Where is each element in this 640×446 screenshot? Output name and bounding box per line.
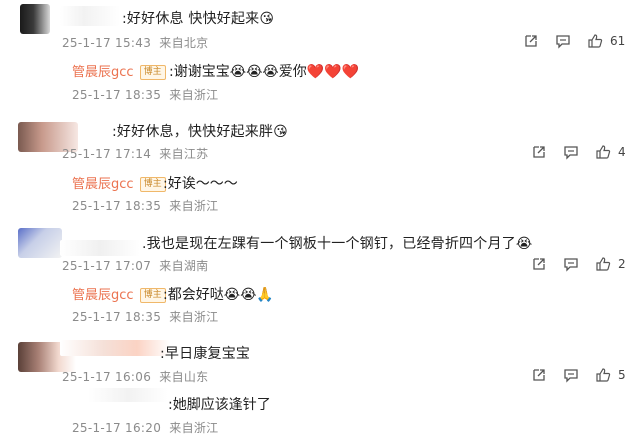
thumbs-up-icon[interactable] xyxy=(586,32,604,50)
redacted-username xyxy=(60,340,170,356)
reply-meta: 25-1-17 18:35 来自浙江 xyxy=(72,308,218,325)
comment-text: :早日康复宝宝 xyxy=(160,346,251,362)
comment-date: 25-1-17 17:14 xyxy=(62,147,152,161)
comment-date: 25-1-17 15:43 xyxy=(62,36,152,50)
avatar[interactable] xyxy=(18,228,62,258)
reply-header: 管晨辰gcc 博主 xyxy=(72,61,166,80)
comment-actions: 4 xyxy=(530,143,626,161)
reply-location: 来自浙江 xyxy=(169,421,219,435)
comment-location: 来自江苏 xyxy=(159,147,209,161)
share-icon[interactable] xyxy=(530,143,548,161)
share-icon[interactable] xyxy=(522,32,540,50)
comment-text: :好好休息 快快好起来😘 xyxy=(122,11,275,27)
comment-date: 25-1-17 16:06 xyxy=(62,370,152,384)
like-count: 5 xyxy=(618,368,626,382)
redacted-username xyxy=(60,6,120,26)
comment-text: :好好休息，快快好起来胖😘 xyxy=(112,124,288,140)
reply-text: :都会好哒😭😭🙏 xyxy=(163,287,274,303)
reply-location: 来自浙江 xyxy=(169,88,219,102)
reply-text: :她脚应该逢针了 xyxy=(168,397,271,413)
comment-icon[interactable] xyxy=(554,32,572,50)
reply-date: 25-1-17 16:20 xyxy=(72,421,162,435)
comment-location: 来自北京 xyxy=(159,36,209,50)
thumbs-up-icon[interactable] xyxy=(594,366,612,384)
share-icon[interactable] xyxy=(530,255,548,273)
comment-icon[interactable] xyxy=(562,255,580,273)
comment-meta: 25-1-17 17:14 来自江苏 xyxy=(62,145,208,162)
author-badge: 博主 xyxy=(139,65,166,80)
comment-icon[interactable] xyxy=(562,366,580,384)
comment-location: 来自山东 xyxy=(159,370,209,384)
redacted-username xyxy=(60,240,140,256)
reply-text: :谢谢宝宝😭😭😭爱你❤️❤️❤️ xyxy=(169,64,360,80)
share-icon[interactable] xyxy=(530,366,548,384)
comment-actions: 5 xyxy=(530,366,626,384)
comment-meta: 25-1-17 17:07 来自湖南 xyxy=(62,257,208,274)
reply-meta: 25-1-17 18:35 来自浙江 xyxy=(72,197,218,214)
reply-header: 管晨辰gcc 博主 xyxy=(72,284,166,303)
thumbs-up-icon[interactable] xyxy=(594,255,612,273)
reply-text: :好诶～～～ xyxy=(163,176,238,192)
comment-date: 25-1-17 17:07 xyxy=(62,259,152,273)
reply-author-link[interactable]: 管晨辰gcc xyxy=(72,65,134,80)
author-badge: 博主 xyxy=(139,177,166,192)
reply-header: 管晨辰gcc 博主 xyxy=(72,173,166,192)
reply-date: 25-1-17 18:35 xyxy=(72,199,162,213)
avatar[interactable] xyxy=(20,4,50,34)
like-count: 4 xyxy=(618,145,626,159)
like-count: 61 xyxy=(610,34,626,48)
comment-actions: 61 xyxy=(522,32,625,50)
reply-location: 来自浙江 xyxy=(169,310,219,324)
reply-meta: 25-1-17 18:35 来自浙江 xyxy=(72,86,218,103)
like-count: 2 xyxy=(618,257,626,271)
reply-author-link[interactable]: 管晨辰gcc xyxy=(72,177,134,192)
comment-icon[interactable] xyxy=(562,143,580,161)
author-badge: 博主 xyxy=(139,288,166,303)
reply-date: 25-1-17 18:35 xyxy=(72,310,162,324)
thumbs-up-icon[interactable] xyxy=(594,143,612,161)
reply-date: 25-1-17 18:35 xyxy=(72,88,162,102)
reply-author-link[interactable]: 管晨辰gcc xyxy=(72,288,134,303)
comment-location: 来自湖南 xyxy=(159,259,209,273)
comment-meta: 25-1-17 16:06 来自山东 xyxy=(62,368,208,385)
comment-text: .我也是现在左踝有一个钢板十一个钢钉，已经骨折四个月了😭 xyxy=(142,236,533,252)
comment-actions: 2 xyxy=(530,255,626,273)
reply-location: 来自浙江 xyxy=(169,199,219,213)
redacted-username xyxy=(88,388,168,402)
reply-meta: 25-1-17 16:20 来自浙江 xyxy=(72,419,218,436)
comment-meta: 25-1-17 15:43 来自北京 xyxy=(62,34,208,51)
